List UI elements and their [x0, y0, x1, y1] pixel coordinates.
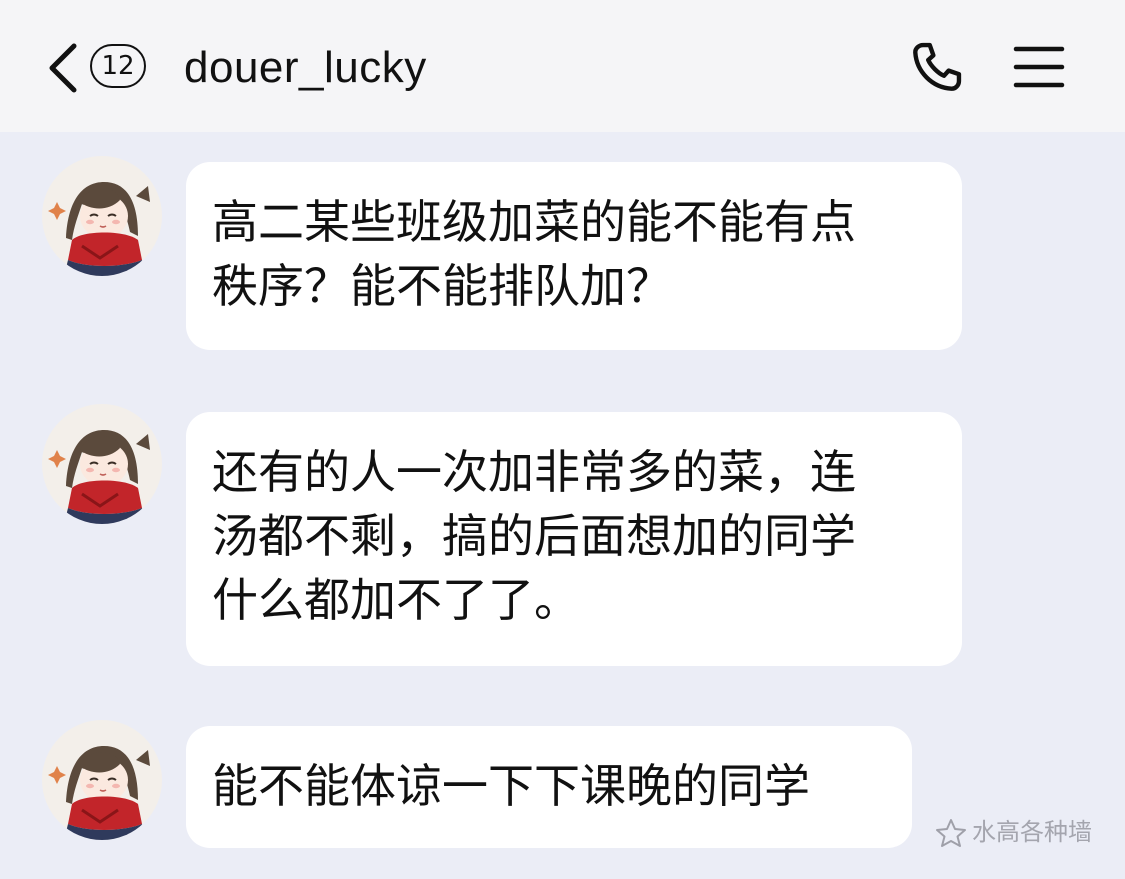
watermark-text: 水高各种墙	[972, 818, 1092, 846]
avatar[interactable]	[42, 720, 162, 840]
anime-girl-avatar-icon	[48, 430, 150, 524]
watermark: 水高各种墙	[934, 814, 1092, 850]
message-line: 汤都不剩，搞的后面想加的同学	[212, 509, 856, 563]
menu-icon[interactable]	[1012, 44, 1066, 90]
avatar[interactable]	[42, 404, 162, 524]
anime-girl-avatar-icon	[48, 746, 150, 840]
unread-count-badge[interactable]: 12	[90, 44, 146, 88]
message-line: 秩序？能不能排队加？	[212, 259, 672, 313]
message-bubble[interactable]: 高二某些班级加菜的能不能有点 秩序？能不能排队加？	[186, 162, 962, 350]
anime-girl-avatar-icon	[48, 182, 150, 276]
phone-call-icon[interactable]	[906, 36, 968, 98]
message-line: 还有的人一次加非常多的菜，连	[212, 445, 856, 499]
contact-name: douer_lucky	[184, 43, 427, 92]
message-bubble[interactable]: 还有的人一次加非常多的菜，连 汤都不剩，搞的后面想加的同学 什么都加不了了。	[186, 412, 962, 666]
message-bubble[interactable]: 能不能体谅一下下课晚的同学	[186, 726, 912, 848]
avatar[interactable]	[42, 156, 162, 276]
chat-header: 12 douer_lucky	[0, 0, 1125, 132]
back-arrow-icon[interactable]	[44, 38, 84, 98]
star-logo-icon	[936, 819, 966, 847]
message-line: 高二某些班级加菜的能不能有点	[212, 195, 856, 249]
message-line: 能不能体谅一下下课晚的同学	[212, 759, 810, 813]
message-line: 什么都加不了了。	[212, 573, 580, 627]
